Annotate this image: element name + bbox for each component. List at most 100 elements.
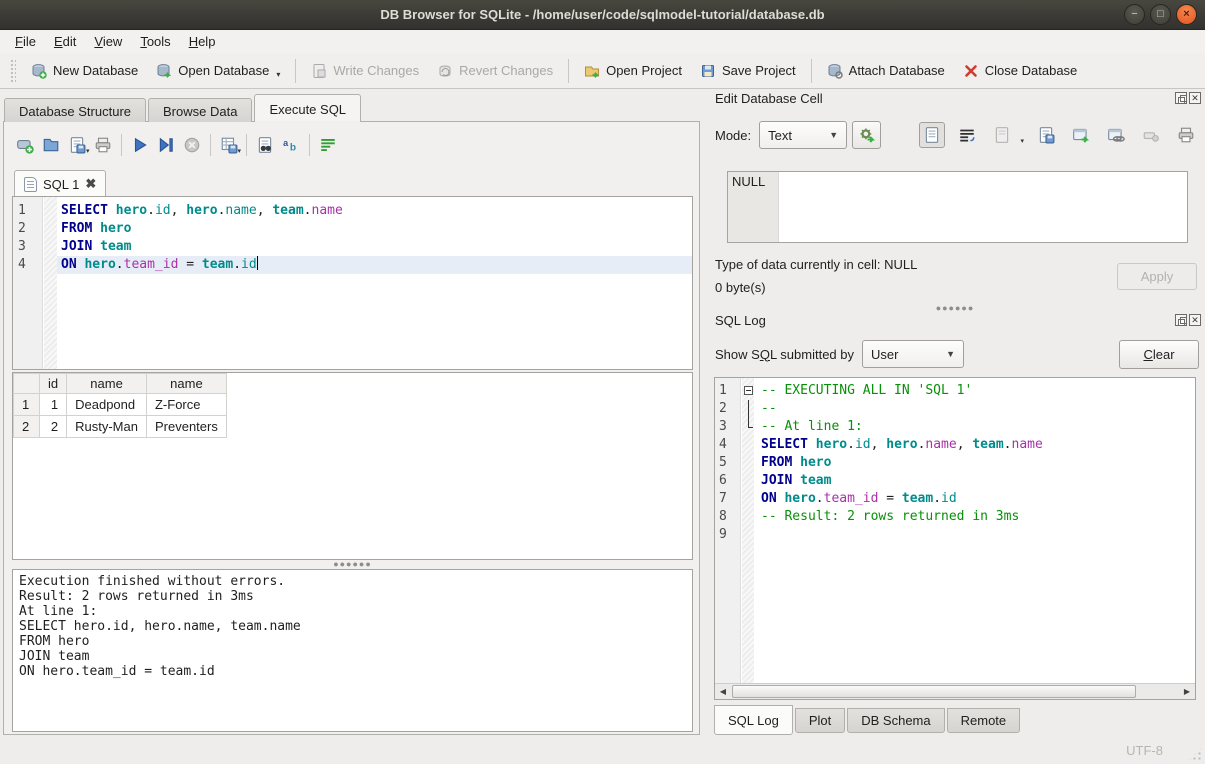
sql-log-filter-row: Show SQL submitted by User ▼ Clear xyxy=(715,339,1199,369)
cell-value-editor[interactable]: NULL xyxy=(727,171,1188,243)
code-line: 1-- EXECUTING ALL IN 'SQL 1' xyxy=(715,382,1195,400)
table-header-row: idnamename xyxy=(14,374,227,394)
close-sql-tab-icon[interactable]: ✖ xyxy=(85,176,96,192)
execution-log[interactable]: Execution finished without errors. Resul… xyxy=(12,569,693,732)
find-button[interactable] xyxy=(252,132,278,158)
log-horizontal-scrollbar[interactable]: ◀ ▶ xyxy=(715,683,1195,699)
menu-view[interactable]: View xyxy=(85,31,131,52)
close-button[interactable]: × xyxy=(1176,4,1197,25)
close-panel-icon[interactable]: ✕ xyxy=(1189,92,1201,104)
tab-browse-data[interactable]: Browse Data xyxy=(148,98,252,122)
auto-complete-button[interactable]: ab xyxy=(278,132,304,158)
maximize-button[interactable]: □ xyxy=(1150,4,1171,25)
sql-log-title: SQL Log xyxy=(715,313,766,328)
print-sql-button[interactable] xyxy=(90,132,116,158)
tab-database-structure[interactable]: Database Structure xyxy=(4,98,146,122)
text-doc-icon xyxy=(923,126,941,144)
main-tab-bar: Database StructureBrowse DataExecute SQL xyxy=(4,94,363,122)
save-project-button[interactable]: Save Project xyxy=(691,58,805,84)
tab-remote[interactable]: Remote xyxy=(947,708,1021,733)
float-panel-icon[interactable] xyxy=(1175,314,1187,326)
chevron-down-icon[interactable]: ▾ xyxy=(276,70,280,79)
save-project-button-label: Save Project xyxy=(722,63,796,78)
execute-all-button[interactable] xyxy=(127,132,153,158)
chevron-down-icon[interactable]: ▾ xyxy=(86,147,90,155)
table-cell[interactable]: 1 xyxy=(40,394,67,416)
sql-tab[interactable]: SQL 1 ✖ xyxy=(14,170,106,197)
corner-header[interactable] xyxy=(14,374,40,394)
open-database-button[interactable]: Open Database▾ xyxy=(147,58,289,84)
menu-file[interactable]: File xyxy=(6,31,45,52)
toggle-wrap-button[interactable] xyxy=(315,132,341,158)
column-header[interactable]: name xyxy=(146,374,226,394)
menu-edit[interactable]: Edit xyxy=(45,31,85,52)
clear-button[interactable]: Clear xyxy=(1119,340,1199,369)
tab-new-icon xyxy=(16,136,34,154)
scroll-right-icon[interactable]: ▶ xyxy=(1179,684,1195,699)
new-database-button[interactable]: New Database xyxy=(22,58,147,84)
sql-editor[interactable]: 1SELECT hero.id, hero.name, team.name2FR… xyxy=(12,196,693,370)
scroll-left-icon[interactable]: ◀ xyxy=(715,684,731,699)
tab-sql-log[interactable]: SQL Log xyxy=(714,705,793,735)
table-cell[interactable]: Deadpond xyxy=(67,394,147,416)
export-grid-icon xyxy=(220,136,238,154)
tab-db-schema[interactable]: DB Schema xyxy=(847,708,944,733)
toolbar-separator xyxy=(210,134,211,156)
open-project-button-label: Open Project xyxy=(606,63,682,78)
null-toggle-icon xyxy=(1142,126,1160,144)
menu-tools[interactable]: Tools xyxy=(131,31,179,52)
code-line: 6JOIN team xyxy=(715,472,1195,490)
submitted-by-select[interactable]: User ▼ xyxy=(862,340,964,368)
open-project-icon xyxy=(584,63,600,79)
apply-button[interactable]: Apply xyxy=(1117,263,1197,290)
attach-db-icon xyxy=(827,63,843,79)
import-doc-icon xyxy=(993,126,1011,144)
new-sql-tab-button[interactable] xyxy=(12,132,38,158)
column-header[interactable]: id xyxy=(40,374,67,394)
open-external-button[interactable] xyxy=(1068,122,1094,148)
open-project-button[interactable]: Open Project xyxy=(575,58,691,84)
close-panel-icon[interactable]: ✕ xyxy=(1189,314,1201,326)
results-table[interactable]: idnamename11DeadpondZ-Force22Rusty-ManPr… xyxy=(12,372,693,560)
print-icon xyxy=(1177,126,1195,144)
export-data-button[interactable] xyxy=(1033,122,1059,148)
menu-help[interactable]: Help xyxy=(180,31,225,52)
sql-log-view[interactable]: 1-- EXECUTING ALL IN 'SQL 1'2--3-- At li… xyxy=(714,377,1196,700)
row-header[interactable]: 1 xyxy=(14,394,40,416)
open-sql-file-button[interactable] xyxy=(38,132,64,158)
toolbar-drag-handle[interactable] xyxy=(10,59,16,83)
svg-text:a: a xyxy=(283,138,289,148)
tab-plot[interactable]: Plot xyxy=(795,708,845,733)
float-panel-icon[interactable] xyxy=(1175,92,1187,104)
titlebar[interactable]: DB Browser for SQLite - /home/user/code/… xyxy=(0,0,1205,30)
text-mode-button[interactable] xyxy=(919,122,945,148)
copy-link-button[interactable] xyxy=(1103,122,1129,148)
scrollbar-thumb[interactable] xyxy=(732,685,1136,698)
table-row: 11DeadpondZ-Force xyxy=(14,394,227,416)
minimize-button[interactable]: − xyxy=(1124,4,1145,25)
fold-marker-icon[interactable] xyxy=(744,386,753,395)
word-wrap-button[interactable] xyxy=(954,122,980,148)
close-database-button-label: Close Database xyxy=(985,63,1078,78)
tab-execute-sql[interactable]: Execute SQL xyxy=(254,94,361,122)
apply-settings-button[interactable] xyxy=(852,121,881,149)
toolbar-separator xyxy=(121,134,122,156)
table-cell[interactable]: Rusty-Man xyxy=(67,416,147,438)
table-cell[interactable]: Preventers xyxy=(146,416,226,438)
close-database-button[interactable]: Close Database xyxy=(954,58,1087,84)
table-row: 22Rusty-ManPreventers xyxy=(14,416,227,438)
print-cell-button[interactable] xyxy=(1173,122,1199,148)
attach-database-button[interactable]: Attach Database xyxy=(818,58,954,84)
results-log-splitter[interactable]: ●●●●●● xyxy=(12,562,693,568)
code-line: 2FROM hero xyxy=(13,220,692,238)
chevron-down-icon: ▼ xyxy=(946,349,955,359)
table-cell[interactable]: 2 xyxy=(40,416,67,438)
execute-current-line-button[interactable] xyxy=(153,132,179,158)
mode-select[interactable]: Text ▼ xyxy=(759,121,847,149)
stop-icon xyxy=(183,136,201,154)
row-header[interactable]: 2 xyxy=(14,416,40,438)
table-cell[interactable]: Z-Force xyxy=(146,394,226,416)
column-header[interactable]: name xyxy=(67,374,147,394)
chevron-down-icon[interactable]: ▾ xyxy=(238,147,242,155)
resize-grip-icon[interactable] xyxy=(1188,747,1202,761)
